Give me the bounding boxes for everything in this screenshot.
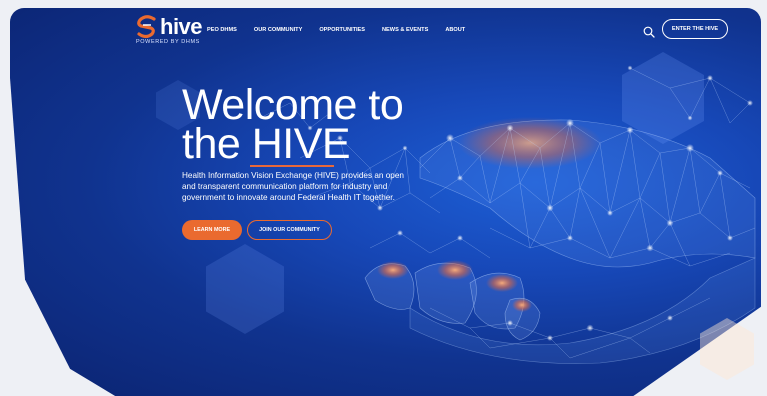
hero-title-line-2: the HIVE (182, 120, 351, 168)
brand-name: hive (160, 14, 203, 39)
hive-logo-icon (137, 15, 156, 39)
hero-title: Welcome to the HIVE (182, 84, 404, 168)
title-accent-underline (250, 165, 334, 167)
search-icon[interactable] (643, 26, 655, 38)
hero-section: hive POWERED BY DHMS PEO DHMS OUR COMMUN… (10, 8, 761, 396)
join-community-button[interactable]: JOIN OUR COMMUNITY (247, 220, 332, 240)
nav-item-peo-dhms[interactable]: PEO DHMS (207, 27, 237, 33)
main-nav: PEO DHMS OUR COMMUNITY OPPORTUNITIES NEW… (207, 27, 482, 33)
learn-more-button[interactable]: LEARN MORE (182, 220, 242, 240)
nav-item-our-community[interactable]: OUR COMMUNITY (254, 27, 302, 33)
hero-description: Health Information Vision Exchange (HIVE… (182, 171, 404, 203)
nav-item-news-events[interactable]: NEWS & EVENTS (382, 27, 428, 33)
brand-logo[interactable]: hive POWERED BY DHMS (136, 14, 203, 45)
brand-tagline: POWERED BY DHMS (136, 39, 200, 45)
nav-item-about[interactable]: ABOUT (445, 27, 465, 33)
enter-the-hive-button[interactable]: ENTER THE HIVE (662, 19, 728, 39)
nav-item-opportunities[interactable]: OPPORTUNITIES (319, 27, 365, 33)
